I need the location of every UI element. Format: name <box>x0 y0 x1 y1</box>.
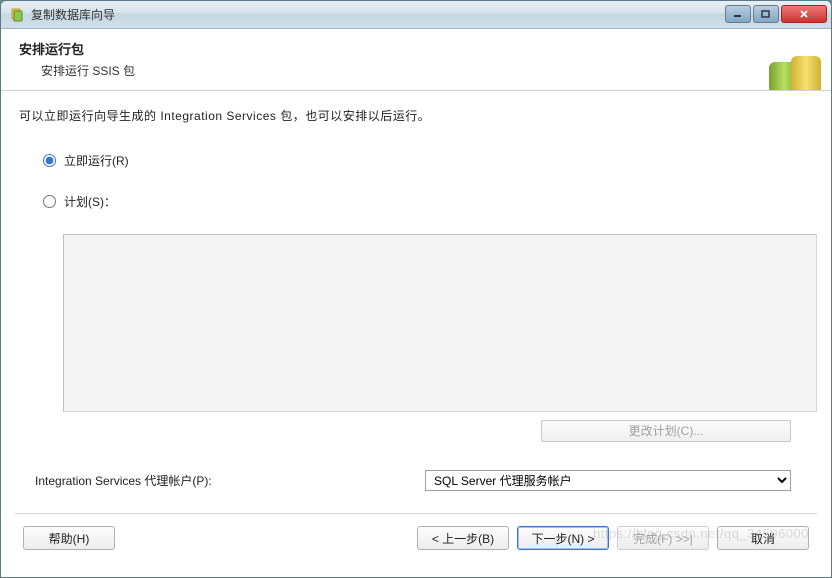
option-run-now-label: 立即运行(R) <box>64 152 129 169</box>
next-button[interactable]: 下一步(N) > <box>517 526 609 550</box>
intro-text: 可以立即运行向导生成的 Integration Services 包，也可以安排… <box>19 107 813 124</box>
option-run-now[interactable]: 立即运行(R) <box>43 152 813 169</box>
page-subtitle: 安排运行 SSIS 包 <box>41 62 813 79</box>
content-area: 可以立即运行向导生成的 Integration Services 包，也可以安排… <box>1 91 831 491</box>
close-button[interactable] <box>781 5 827 23</box>
titlebar: 复制数据库向导 <box>1 1 831 29</box>
option-schedule-label: 计划(S)： <box>64 193 116 210</box>
proxy-row: Integration Services 代理帐户(P): SQL Server… <box>35 470 791 491</box>
radio-schedule[interactable] <box>43 195 56 208</box>
back-button[interactable]: < 上一步(B) <box>417 526 509 550</box>
header-decoration <box>761 29 831 90</box>
proxy-account-label: Integration Services 代理帐户(P): <box>35 472 425 489</box>
schedule-preview-box <box>63 234 817 412</box>
button-bar: 帮助(H) < 上一步(B) 下一步(N) > 完成(F) >>| 取消 <box>1 514 831 550</box>
maximize-button[interactable] <box>753 5 779 23</box>
wizard-header: 安排运行包 安排运行 SSIS 包 <box>1 29 831 91</box>
radio-run-now[interactable] <box>43 154 56 167</box>
minimize-button[interactable] <box>725 5 751 23</box>
change-schedule-button: 更改计划(C)... <box>541 420 791 442</box>
cancel-button[interactable]: 取消 <box>717 526 809 550</box>
app-icon <box>9 7 25 23</box>
help-button[interactable]: 帮助(H) <box>23 526 115 550</box>
page-title: 安排运行包 <box>19 39 813 58</box>
finish-button: 完成(F) >>| <box>617 526 709 550</box>
wizard-window: 复制数据库向导 安排运行包 安排运行 SSIS 包 可以立即运行向导生成的 In… <box>0 0 832 578</box>
proxy-account-select[interactable]: SQL Server 代理服务帐户 <box>425 470 791 491</box>
option-schedule[interactable]: 计划(S)： <box>43 193 813 210</box>
window-controls <box>725 6 827 23</box>
window-title: 复制数据库向导 <box>31 6 725 23</box>
